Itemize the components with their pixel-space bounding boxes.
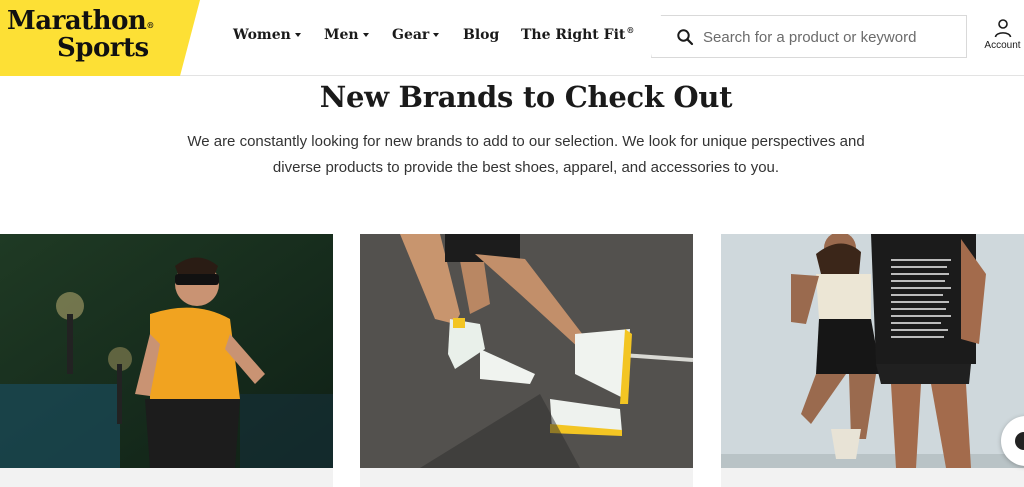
nav-the-right-fit[interactable]: The Right Fit® (521, 25, 634, 43)
nav-blog[interactable]: Blog (463, 27, 499, 43)
brand-card-footer-1 (0, 468, 333, 487)
page-description: We are constantly looking for new brands… (187, 133, 865, 176)
brand-card-image-2[interactable] (360, 234, 693, 468)
chevron-down-icon (294, 33, 301, 37)
brand-logo[interactable]: Marathon® Sports (0, 0, 200, 76)
nav-women[interactable]: Women (233, 27, 301, 43)
runner-photo (0, 234, 333, 468)
search-input[interactable] (703, 25, 953, 49)
brand-card-image-3[interactable] (721, 234, 1024, 468)
site-header: Marathon® Sports Women Men Gear Blog The… (0, 0, 1024, 76)
user-icon (994, 19, 1011, 38)
brand-card-image-1[interactable] (0, 234, 333, 468)
nav-gear[interactable]: Gear (392, 27, 440, 43)
chevron-down-icon (433, 33, 440, 37)
nav-men[interactable]: Men (324, 27, 369, 43)
running-shoes-photo (360, 234, 693, 468)
athletic-wear-photo (721, 234, 1024, 468)
account-label: Account (984, 40, 1021, 51)
brand-card-footer-3 (721, 468, 1024, 487)
logo-line-1: Marathon® (7, 6, 154, 36)
search-icon[interactable] (676, 28, 694, 46)
page-title: New Brands to Check Out (319, 80, 733, 114)
chevron-down-icon (362, 33, 369, 37)
chat-icon (1015, 432, 1024, 450)
logo-line-2: Sports (57, 33, 149, 63)
brand-card-footer-2 (360, 468, 693, 487)
account-button[interactable]: Account (981, 18, 1024, 58)
